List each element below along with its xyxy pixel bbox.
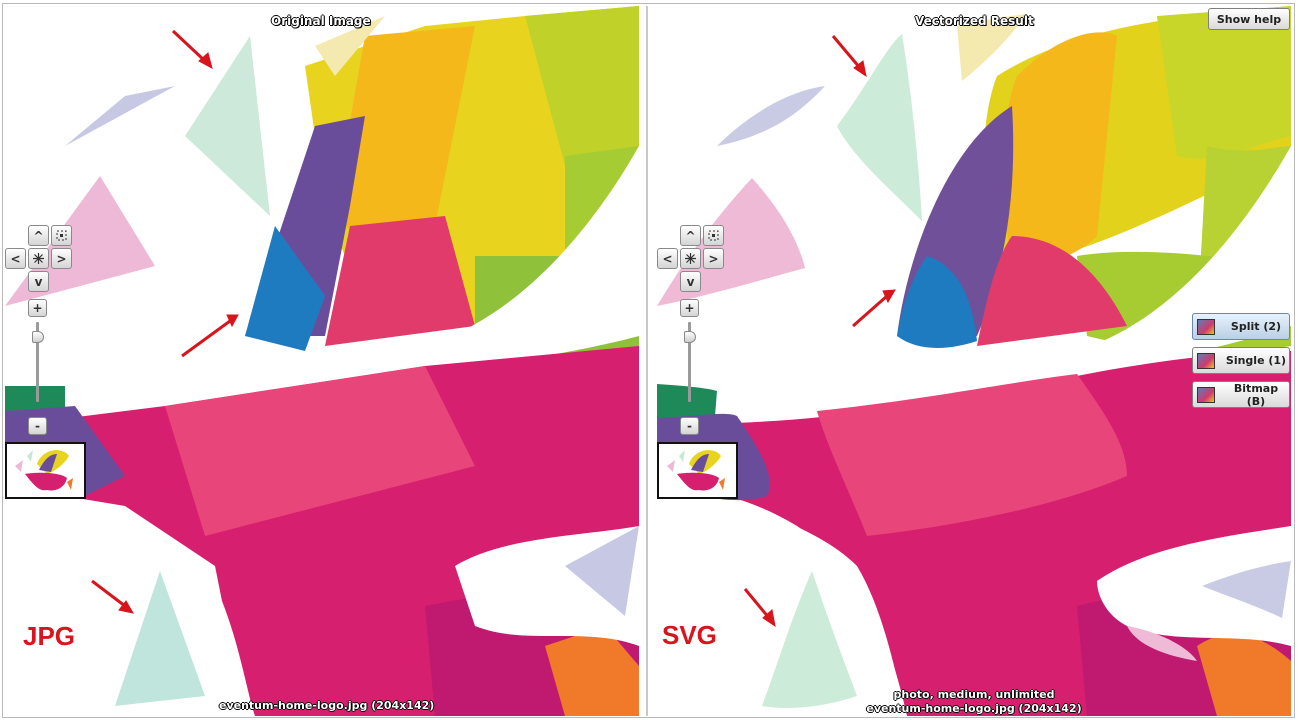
fit-view-icon[interactable] (703, 225, 724, 246)
pane-title: Original Image (271, 14, 371, 28)
image-caption: eventum-home-logo.jpg (204x142) (866, 702, 1082, 715)
zoom-out-button[interactable]: - (680, 417, 699, 435)
original-image-canvas (5, 6, 639, 716)
split-view-icon (1197, 318, 1215, 335)
pan-down-button[interactable]: v (28, 271, 49, 292)
pan-left-button[interactable]: < (657, 248, 678, 269)
split-divider[interactable] (646, 6, 648, 716)
reset-view-icon[interactable] (680, 248, 701, 269)
original-image-pane[interactable]: Original Image JPG eventum-home-logo.jpg… (5, 6, 639, 716)
pane-title: Vectorized Result (915, 14, 1034, 28)
pan-left-button[interactable]: < (5, 248, 26, 269)
split-view-button[interactable]: Split (2) (1192, 313, 1290, 340)
single-view-icon (1197, 352, 1215, 369)
zoom-out-button[interactable]: - (28, 417, 47, 435)
zoom-in-button[interactable]: + (680, 299, 699, 317)
bitmap-view-button[interactable]: Bitmap (B) (1192, 381, 1290, 408)
fit-view-icon[interactable] (51, 225, 72, 246)
single-view-button[interactable]: Single (1) (1192, 347, 1290, 374)
show-help-button[interactable]: Show help (1208, 8, 1290, 30)
zoom-slider-thumb[interactable] (684, 331, 696, 343)
zoom-in-button[interactable]: + (28, 299, 47, 317)
image-caption: eventum-home-logo.jpg (204x142) (219, 699, 435, 712)
pan-right-button[interactable]: > (51, 248, 72, 269)
settings-caption: photo, medium, unlimited (893, 688, 1055, 701)
pan-up-button[interactable]: ^ (28, 225, 49, 246)
overview-thumbnail[interactable] (657, 442, 738, 499)
bitmap-view-icon (1197, 386, 1215, 403)
zoom-slider-thumb[interactable] (32, 331, 44, 343)
pan-right-button[interactable]: > (703, 248, 724, 269)
reset-view-icon[interactable] (28, 248, 49, 269)
overview-thumbnail[interactable] (5, 442, 86, 499)
pan-up-button[interactable]: ^ (680, 225, 701, 246)
format-label-svg: SVG (662, 620, 717, 650)
pan-down-button[interactable]: v (680, 271, 701, 292)
format-label-jpg: JPG (23, 621, 76, 651)
